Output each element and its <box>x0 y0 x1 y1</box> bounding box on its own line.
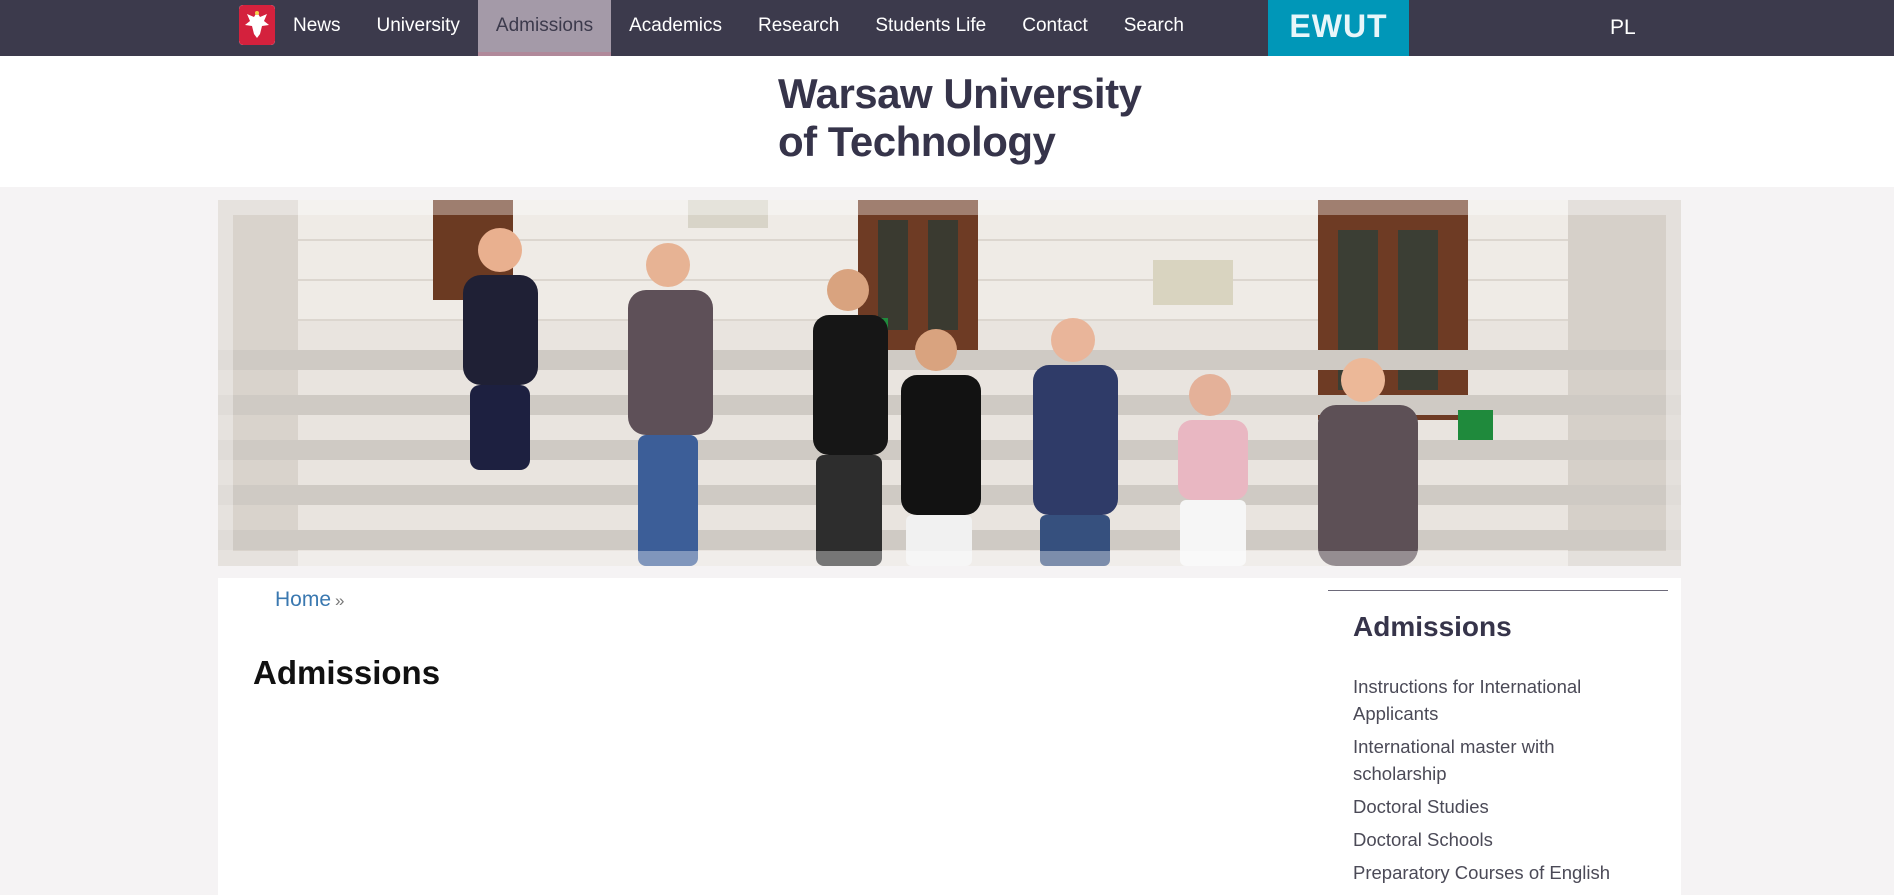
language-switch[interactable]: PL <box>1610 16 1636 40</box>
sidebar-link-international-master[interactable]: International master with scholarship <box>1353 733 1623 787</box>
nav-admissions[interactable]: Admissions <box>477 0 612 56</box>
brand-line-1: Warsaw University <box>778 70 1142 117</box>
nav-university[interactable]: University <box>359 0 478 56</box>
nav-academics[interactable]: Academics <box>611 0 740 56</box>
breadcrumb-separator: » <box>335 591 345 610</box>
sidebar-heading: Admissions <box>1353 611 1512 642</box>
sidebar-link-doctoral-studies[interactable]: Doctoral Studies <box>1353 793 1623 820</box>
nav-contact[interactable]: Contact <box>1004 0 1105 56</box>
top-nav: News University Admissions Academics Res… <box>0 0 1894 56</box>
sidebar-links: Instructions for International Applicant… <box>1353 673 1623 886</box>
breadcrumb: Home» <box>275 588 345 612</box>
sidebar-link-doctoral-schools[interactable]: Doctoral Schools <box>1353 826 1623 853</box>
sidebar: Admissions Instructions for Internationa… <box>1328 590 1668 892</box>
brand-line-2: of Technology <box>778 118 1056 165</box>
main-content: Home» Admissions Admissions Instructions… <box>218 578 1681 895</box>
nav-students-life[interactable]: Students Life <box>857 0 1004 56</box>
polish-eagle-logo-icon[interactable] <box>239 5 275 45</box>
hero-image <box>218 200 1681 566</box>
main-nav: News University Admissions Academics Res… <box>275 0 1202 56</box>
ewut-logo[interactable]: EWUT <box>1268 0 1409 56</box>
breadcrumb-home-link[interactable]: Home <box>275 588 331 611</box>
sidebar-link-instructions[interactable]: Instructions for International Applicant… <box>1353 673 1623 727</box>
sidebar-link-preparatory-courses[interactable]: Preparatory Courses of English <box>1353 859 1623 886</box>
nav-news[interactable]: News <box>275 0 359 56</box>
site-header: Warsaw University of Technology <box>0 56 1894 187</box>
university-logo[interactable]: Warsaw University of Technology <box>778 70 1142 166</box>
page-title: Admissions <box>253 654 441 691</box>
nav-research[interactable]: Research <box>740 0 857 56</box>
nav-search[interactable]: Search <box>1106 0 1202 56</box>
